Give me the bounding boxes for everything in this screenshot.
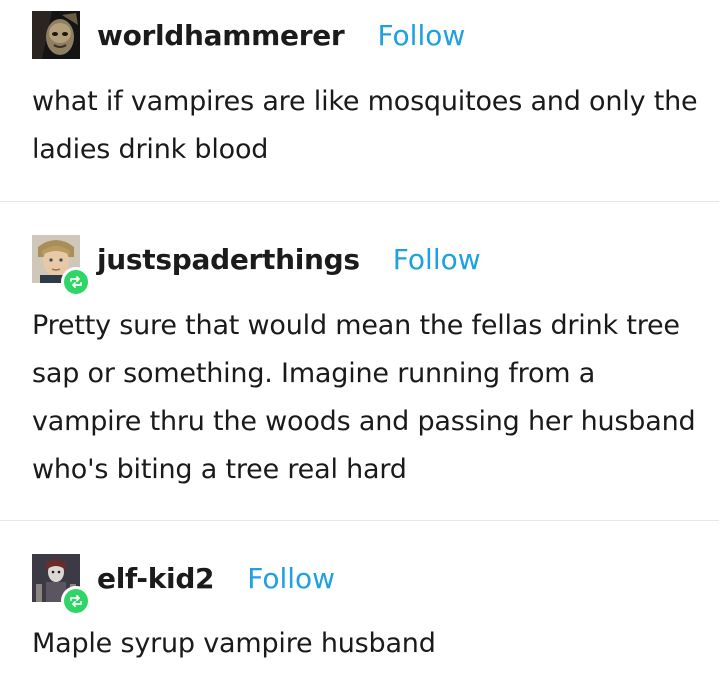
reblog-badge — [61, 586, 91, 616]
post-body-text: Maple syrup vampire husband — [32, 628, 436, 659]
follow-button-elf-kid2[interactable]: Follow — [247, 562, 335, 595]
avatar-justspaderthings[interactable] — [32, 235, 91, 297]
post-header: worldhammerer Follow — [32, 10, 465, 60]
post-divider — [0, 520, 719, 521]
avatar-elf-kid2[interactable] — [32, 554, 91, 616]
post-body-text: what if vampires are like mosquitoes and… — [32, 86, 698, 165]
username-justspaderthings[interactable]: justspaderthings — [97, 243, 360, 276]
username-elf-kid2[interactable]: elf-kid2 — [97, 562, 215, 595]
reblog-badge — [61, 267, 91, 297]
reblog-icon — [70, 595, 82, 607]
avatar-worldhammerer[interactable] — [32, 11, 80, 59]
follow-button-worldhammerer[interactable]: Follow — [377, 19, 465, 52]
post-body-text: Pretty sure that would mean the fellas d… — [32, 310, 696, 485]
post-header: justspaderthings Follow — [32, 234, 481, 297]
follow-button-justspaderthings[interactable]: Follow — [393, 243, 481, 276]
avatar-image — [32, 11, 80, 59]
post-divider — [0, 201, 719, 202]
reblog-icon — [70, 276, 82, 288]
username-worldhammerer[interactable]: worldhammerer — [97, 19, 345, 52]
post-header: elf-kid2 Follow — [32, 553, 335, 616]
